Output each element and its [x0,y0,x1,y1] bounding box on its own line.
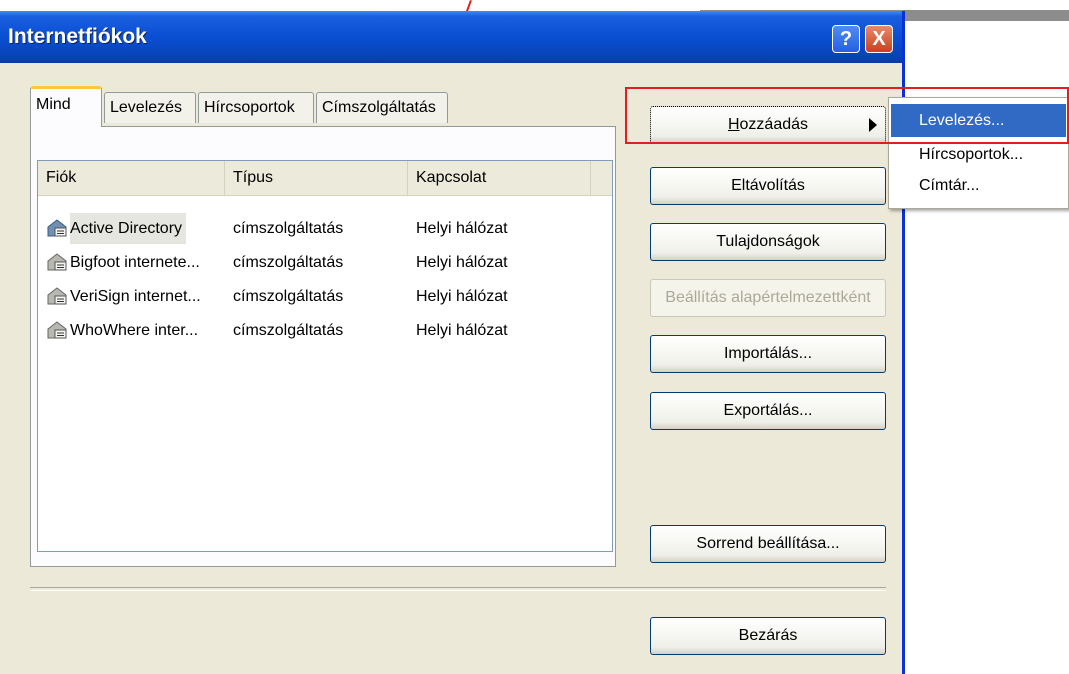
menu-item-directory[interactable]: Címtár... [891,169,1066,202]
close-window-button[interactable]: X [865,25,893,53]
add-label: ozzáadás [739,116,809,133]
column-header-type[interactable]: Típus [225,161,408,195]
menu-item-news[interactable]: Hírcsoportok... [891,138,1066,171]
account-connection: Helyi hálózat [416,254,508,271]
column-header-account[interactable]: Fiók [38,161,225,195]
add-button[interactable]: Hozzáadás [650,106,886,144]
account-name: VeriSign internet... [70,288,201,305]
export-button[interactable]: Exportálás... [650,392,886,430]
help-button[interactable]: ? [832,25,860,53]
import-button[interactable]: Importálás... [650,335,886,373]
account-connection: Helyi hálózat [416,322,508,339]
menu-item-mail[interactable]: Levelezés... [891,104,1066,137]
account-connection: Helyi hálózat [416,220,508,237]
account-type: címszolgáltatás [233,288,344,305]
add-submenu: Levelezés... Hírcsoportok... Címtár... [888,97,1069,209]
account-type: címszolgáltatás [233,322,344,339]
remove-button[interactable]: Eltávolítás [650,167,886,205]
window-title: Internetfiókok [8,25,147,48]
table-row[interactable]: Active Directory címszolgáltatás Helyi h… [38,213,612,244]
help-icon: ? [839,27,853,50]
directory-service-icon [47,287,67,305]
table-row[interactable]: Bigfoot internete... címszolgáltatás Hel… [38,247,612,278]
separator [30,587,886,591]
table-row[interactable]: VeriSign internet... címszolgáltatás Hel… [38,281,612,312]
close-icon: X [872,27,886,50]
account-type: címszolgáltatás [233,220,344,237]
submenu-arrow-icon [869,118,877,132]
accounts-list[interactable]: Fiók Típus Kapcsolat Active Directory cí… [37,160,613,552]
column-header-connection[interactable]: Kapcsolat [408,161,591,195]
directory-service-icon [47,219,67,237]
directory-service-icon [47,253,67,271]
tab-all[interactable]: Mind [30,86,102,127]
close-button[interactable]: Bezárás [650,617,886,655]
account-name: Active Directory [70,213,187,244]
tab-news[interactable]: Hírcsoportok [198,92,314,123]
add-label-accesskey: H [727,116,740,133]
tab-directory[interactable]: Címszolgáltatás [316,92,448,123]
properties-button[interactable]: Tulajdonságok [650,223,886,261]
account-name: WhoWhere inter... [70,322,199,339]
set-default-button[interactable]: Beállítás alapértelmezettként [650,279,886,317]
title-bar[interactable]: Internetfiókok ? X [0,11,902,63]
account-connection: Helyi hálózat [416,288,508,305]
list-header: Fiók Típus Kapcsolat [38,161,612,196]
table-row[interactable]: WhoWhere inter... címszolgáltatás Helyi … [38,315,612,346]
account-type: címszolgáltatás [233,254,344,271]
directory-service-icon [47,321,67,339]
order-button[interactable]: Sorrend beállítása... [650,525,886,563]
tab-mail[interactable]: Levelezés [104,92,196,123]
account-name: Bigfoot internete... [70,254,200,271]
